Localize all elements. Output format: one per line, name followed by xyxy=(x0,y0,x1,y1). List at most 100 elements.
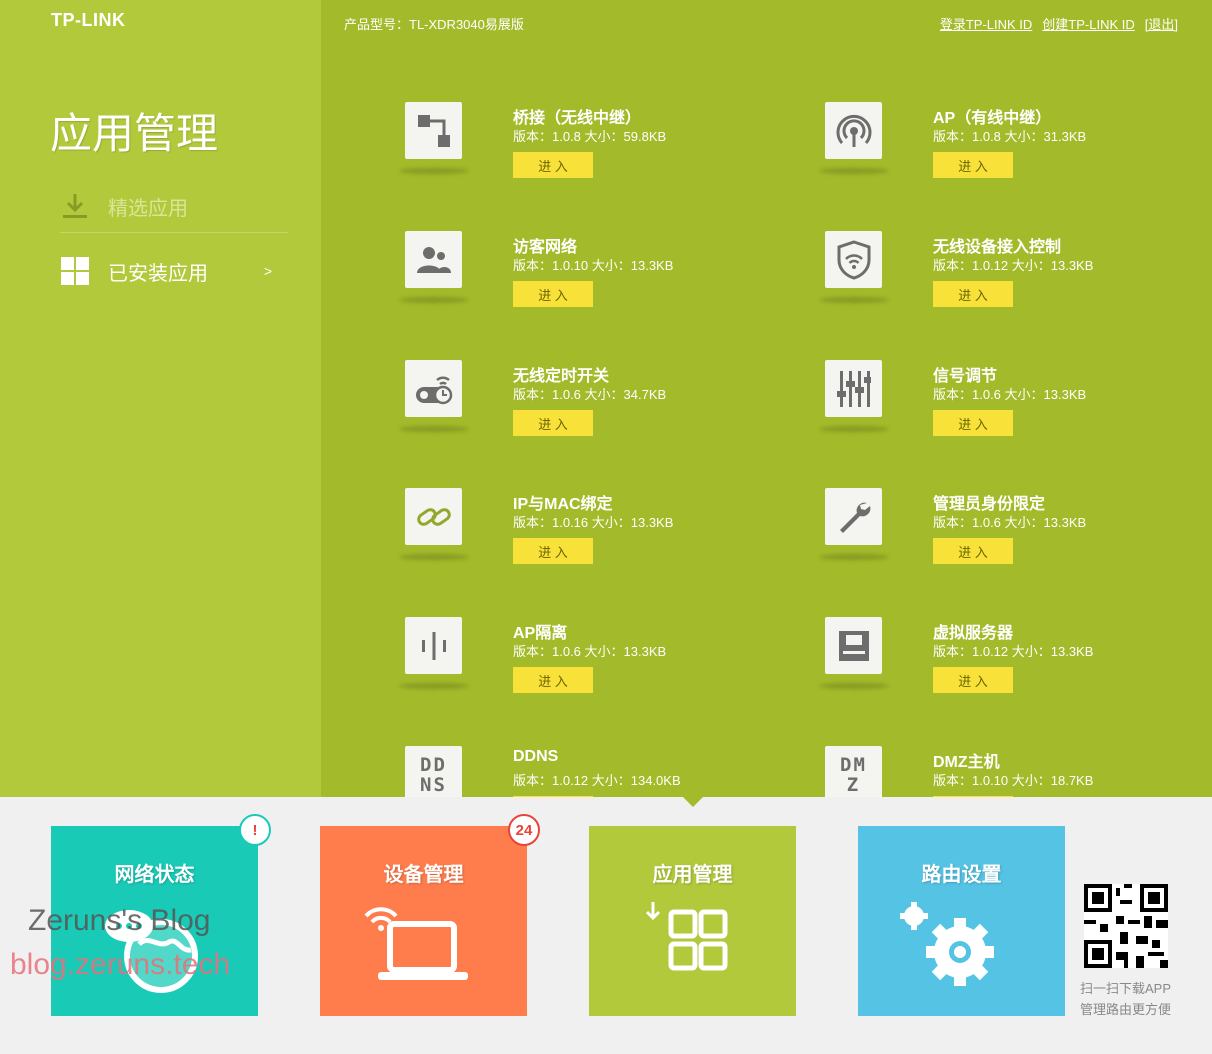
enter-button[interactable]: 进 入 xyxy=(513,281,593,307)
guest-users-icon xyxy=(405,231,462,288)
enter-button[interactable]: 进 入 xyxy=(513,667,593,693)
app-name: AP（有线中继） xyxy=(933,110,1052,127)
wifi-timer-icon xyxy=(405,360,462,417)
device-count-badge: 24 xyxy=(508,814,540,846)
app-name: 虚拟服务器 xyxy=(933,625,1014,642)
app-meta: 版本：1.0.6 大小：34.7KB xyxy=(513,387,667,402)
ap-signal-icon xyxy=(825,102,882,159)
app-card-bridge: 桥接（无线中继） 版本：1.0.8 大小：59.8KB 进 入 xyxy=(399,102,785,212)
app-name: DMZ主机 xyxy=(933,754,1000,771)
ddns-icon-text: DD xyxy=(420,753,447,776)
tile-shadow xyxy=(819,168,889,174)
app-name: 无线定时开关 xyxy=(513,368,610,385)
app-card-admin-restriction: 管理员身份限定 版本：1.0.6 大小：13.3KB 进 入 xyxy=(819,488,1205,598)
tile-shadow xyxy=(399,426,469,432)
nav-card-app-management[interactable]: 应用管理 xyxy=(589,826,796,1016)
app-card-guest-network: 访客网络 版本：1.0.10 大小：13.3KB 进 入 xyxy=(399,231,785,341)
account-links: 登录TP-LINK ID 创建TP-LINK ID [退出] xyxy=(940,14,1178,33)
app-meta: 版本：1.0.10 大小：18.7KB xyxy=(933,773,1094,788)
alert-badge: ! xyxy=(239,814,271,846)
app-card-ip-mac-binding: IP与MAC绑定 版本：1.0.16 大小：13.3KB 进 入 xyxy=(399,488,785,598)
dmz-icon-text: Z xyxy=(846,773,861,796)
tile-shadow xyxy=(819,683,889,689)
qr-caption-line: 管理路由更方便 xyxy=(1080,1002,1172,1017)
nav-card-device-management[interactable]: 设备管理 24 xyxy=(320,814,540,1016)
isolation-icon xyxy=(405,617,462,674)
login-tplink-id-link[interactable]: 登录TP-LINK ID xyxy=(940,14,1032,33)
app-name: 管理员身份限定 xyxy=(933,496,1046,513)
app-card-virtual-server: 虚拟服务器 版本：1.0.12 大小：13.3KB 进 入 xyxy=(819,617,1205,727)
nav-card-label: 路由设置 xyxy=(921,864,1002,886)
sidebar-item-featured-apps[interactable]: 精选应用 xyxy=(60,180,288,233)
app-card-wireless-timer: 无线定时开关 版本：1.0.6 大小：34.7KB 进 入 xyxy=(399,360,785,470)
app-name: IP与MAC绑定 xyxy=(513,496,613,513)
ddns-icon: DD NS xyxy=(405,746,462,797)
tp-link-logo: TP-LINK xyxy=(51,10,126,30)
sidebar: TP-LINK 应用管理 精选应用 已安装应用 > xyxy=(0,0,321,797)
app-card-dmz-host: DM Z DMZ主机 版本：1.0.10 大小：18.7KB 进 入 xyxy=(825,746,1205,797)
page-title: 应用管理 xyxy=(50,110,219,157)
nav-card-label: 应用管理 xyxy=(652,864,733,886)
nav-card-router-settings[interactable]: 路由设置 xyxy=(858,826,1065,1016)
enter-button[interactable]: 进 入 xyxy=(513,538,593,564)
sidebar-item-label: 精选应用 xyxy=(108,197,188,220)
tile-shadow xyxy=(399,683,469,689)
enter-button[interactable]: 进 入 xyxy=(933,538,1013,564)
qr-caption: 扫一扫下载APP 管理路由更方便 xyxy=(1080,978,1171,1020)
sidebar-item-installed-apps[interactable]: 已安装应用 > xyxy=(60,245,288,297)
gears-icon xyxy=(898,898,1008,993)
apps-grid-icon xyxy=(643,900,743,985)
wifi-shield-icon xyxy=(825,231,882,288)
app-name: 信号调节 xyxy=(933,368,998,385)
app-download-qr-code xyxy=(1084,884,1168,968)
enter-button[interactable]: 进 入 xyxy=(513,410,593,436)
wrench-icon xyxy=(825,488,882,545)
tile-shadow xyxy=(819,554,889,560)
sliders-icon xyxy=(825,360,882,417)
tile-shadow xyxy=(819,426,889,432)
enter-button[interactable]: 进 入 xyxy=(513,152,593,178)
app-meta: 版本：1.0.6 大小：13.3KB xyxy=(933,515,1087,530)
enter-button[interactable]: 进 入 xyxy=(513,796,593,797)
app-name: 无线设备接入控制 xyxy=(933,239,1062,256)
app-card-ddns: DD NS DDNS 版本：1.0.12 大小：134.0KB 进 入 xyxy=(405,746,785,797)
tile-shadow xyxy=(399,297,469,303)
enter-button[interactable]: 进 入 xyxy=(933,410,1013,436)
enter-button[interactable]: 进 入 xyxy=(933,152,1013,178)
active-tab-pointer xyxy=(683,797,703,807)
nav-card-label: 网络状态 xyxy=(114,864,195,886)
chevron-right-icon: > xyxy=(263,263,272,279)
enter-button[interactable]: 进 入 xyxy=(933,667,1013,693)
enter-button[interactable]: 进 入 xyxy=(933,796,1013,797)
product-model: 产品型号：TL-XDR3040易展版 xyxy=(344,17,524,32)
app-meta: 版本：1.0.10 大小：13.3KB xyxy=(513,258,674,273)
app-name: 桥接（无线中继） xyxy=(513,110,642,127)
tile-shadow xyxy=(819,297,889,303)
app-name: DDNS xyxy=(513,748,559,765)
dmz-icon: DM Z xyxy=(825,746,882,797)
app-meta: 版本：1.0.8 大小：31.3KB xyxy=(933,129,1087,144)
grid-icon xyxy=(60,256,90,286)
server-icon xyxy=(825,617,882,674)
app-list-area: 桥接（无线中继） 版本：1.0.8 大小：59.8KB 进 入 AP（有线中继）… xyxy=(321,0,1212,797)
download-icon xyxy=(60,191,90,221)
logout-link[interactable]: [退出] xyxy=(1145,14,1178,33)
ddns-icon-text: NS xyxy=(420,773,447,796)
app-meta: 版本：1.0.12 大小：13.3KB xyxy=(933,258,1094,273)
app-meta: 版本：1.0.8 大小：59.8KB xyxy=(513,129,667,144)
app-meta: 版本：1.0.6 大小：13.3KB xyxy=(513,644,667,659)
sidebar-nav: 精选应用 已安装应用 > xyxy=(60,180,288,297)
bridge-icon xyxy=(405,102,462,159)
app-meta: 版本：1.0.12 大小：134.0KB xyxy=(513,773,681,788)
app-card-ap: AP（有线中继） 版本：1.0.8 大小：31.3KB 进 入 xyxy=(819,102,1205,212)
tile-shadow xyxy=(399,554,469,560)
tile-shadow xyxy=(399,168,469,174)
app-name: AP隔离 xyxy=(513,625,568,642)
dmz-icon-text: DM xyxy=(840,753,867,776)
app-meta: 版本：1.0.16 大小：13.3KB xyxy=(513,515,674,530)
create-tplink-id-link[interactable]: 创建TP-LINK ID xyxy=(1042,14,1134,33)
app-card-wireless-access-control: 无线设备接入控制 版本：1.0.12 大小：13.3KB 进 入 xyxy=(819,231,1205,341)
enter-button[interactable]: 进 入 xyxy=(933,281,1013,307)
app-card-ap-isolation: AP隔离 版本：1.0.6 大小：13.3KB 进 入 xyxy=(399,617,785,727)
app-card-signal-adjust: 信号调节 版本：1.0.6 大小：13.3KB 进 入 xyxy=(819,360,1205,470)
